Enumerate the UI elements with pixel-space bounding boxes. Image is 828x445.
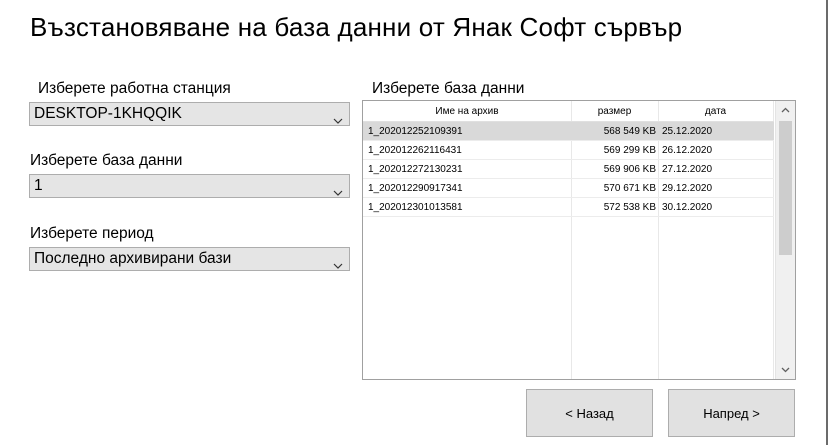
archive-size: 568 549 KB <box>603 126 656 137</box>
archive-size: 569 906 KB <box>603 164 656 175</box>
database-select[interactable]: 1 <box>29 174 350 198</box>
database-value: 1 <box>34 177 43 194</box>
chevron-down-icon <box>333 183 343 201</box>
period-label: Изберете период <box>30 225 154 242</box>
archive-date: 29.12.2020 <box>662 183 713 194</box>
column-header-size[interactable]: размер <box>571 106 658 117</box>
table-row[interactable]: 1_202012301013581 572 538 KB 30.12.2020 <box>363 198 774 217</box>
table-row[interactable]: 1_202012252109391 568 549 KB 25.12.2020 <box>363 122 774 141</box>
archive-date: 26.12.2020 <box>662 145 713 156</box>
vertical-scrollbar[interactable] <box>775 101 795 379</box>
table-row[interactable]: 1_202012262116431 569 299 KB 26.12.2020 <box>363 141 774 160</box>
archive-size: 570 671 KB <box>603 183 656 194</box>
archive-date: 25.12.2020 <box>662 126 713 137</box>
table-row[interactable]: 1_202012290917341 570 671 KB 29.12.2020 <box>363 179 774 198</box>
scrollbar-thumb[interactable] <box>779 121 792 255</box>
workstation-select[interactable]: DESKTOP-1KHQQIK <box>29 102 350 126</box>
list-header: Име на архив размер дата <box>363 101 774 122</box>
archive-name: 1_202012272130231 <box>368 164 463 175</box>
workstation-label: Изберете работна станция <box>38 80 231 97</box>
archive-name: 1_202012290917341 <box>368 183 463 194</box>
archive-list-label: Изберете база данни <box>372 80 525 97</box>
archive-name: 1_202012301013581 <box>368 202 463 213</box>
column-header-name[interactable]: Име на архив <box>363 106 571 117</box>
period-select[interactable]: Последно архивирани бази <box>29 247 350 271</box>
workstation-value: DESKTOP-1KHQQIK <box>34 105 182 122</box>
archive-size: 569 299 KB <box>603 145 656 156</box>
archive-date: 30.12.2020 <box>662 202 713 213</box>
archive-date: 27.12.2020 <box>662 164 713 175</box>
archive-name: 1_202012262116431 <box>368 145 462 156</box>
column-header-date[interactable]: дата <box>658 106 773 117</box>
page-title: Възстановяване на база данни от Янак Соф… <box>30 12 683 42</box>
period-value: Последно архивирани бази <box>34 250 232 267</box>
back-button[interactable]: < Назад <box>526 389 653 437</box>
chevron-down-icon <box>333 256 343 274</box>
scroll-up-arrow-icon[interactable] <box>781 105 790 115</box>
archive-size: 572 538 KB <box>603 202 656 213</box>
database-label: Изберете база данни <box>30 152 183 169</box>
next-button[interactable]: Напред > <box>668 389 795 437</box>
archive-list[interactable]: Име на архив размер дата 1_2020122521093… <box>362 100 796 380</box>
scroll-down-arrow-icon[interactable] <box>781 365 790 375</box>
table-row[interactable]: 1_202012272130231 569 906 KB 27.12.2020 <box>363 160 774 179</box>
archive-name: 1_202012252109391 <box>368 126 463 137</box>
chevron-down-icon <box>333 111 343 129</box>
